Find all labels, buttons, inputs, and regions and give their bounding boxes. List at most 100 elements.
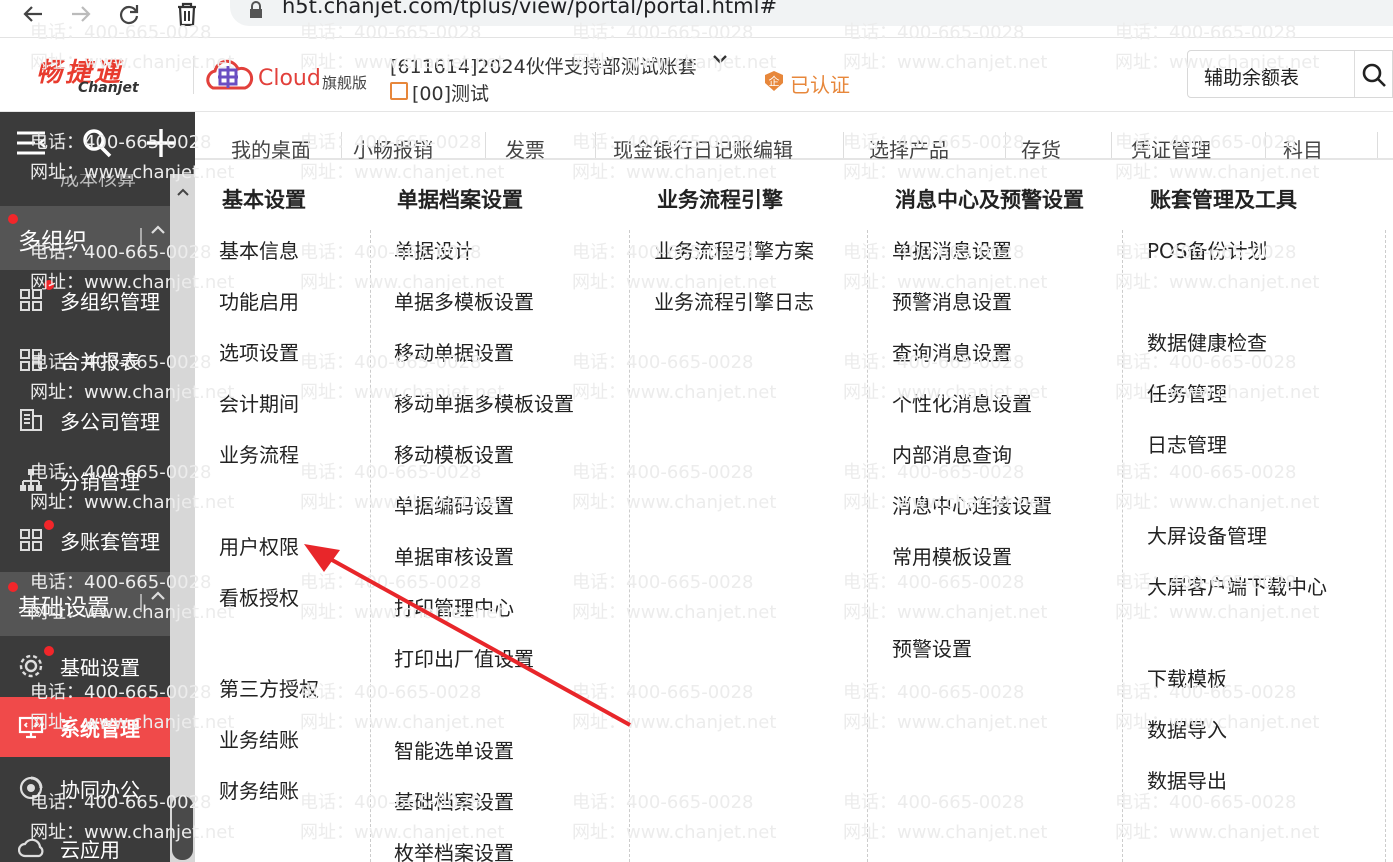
logo-english: Chanjet bbox=[78, 80, 139, 96]
menu-item[interactable]: 业务流程 bbox=[219, 439, 299, 468]
sidebar-toolbar bbox=[0, 112, 195, 174]
menu-item[interactable]: 业务结账 bbox=[219, 724, 299, 753]
menu-item[interactable]: 看板授权 bbox=[219, 582, 299, 611]
sidebar-scrollbar[interactable] bbox=[170, 174, 195, 862]
search-icon[interactable] bbox=[80, 126, 114, 160]
menu-item[interactable]: 数据导出 bbox=[1147, 765, 1227, 794]
menu-item[interactable]: 移动单据多模板设置 bbox=[394, 388, 574, 417]
menu-item[interactable]: 个性化消息设置 bbox=[892, 388, 1032, 417]
menu-item[interactable]: 单据设计 bbox=[394, 235, 474, 264]
search-box[interactable]: 辅助余额表 bbox=[1187, 50, 1393, 98]
menu-item[interactable]: 内部消息查询 bbox=[892, 439, 1012, 468]
menu-item[interactable]: 业务流程引擎方案 bbox=[654, 235, 814, 264]
tab-inventory[interactable]: 存货 bbox=[1021, 134, 1061, 163]
menu-item[interactable]: 单据多模板设置 bbox=[394, 286, 534, 315]
url-text[interactable]: h5t.chanjet.com/tplus/view/portal/portal… bbox=[282, 0, 777, 18]
menu-item[interactable]: 任务管理 bbox=[1147, 378, 1227, 407]
column-title-messages: 消息中心及预警设置 bbox=[895, 188, 1084, 212]
menu-item[interactable]: 预警设置 bbox=[892, 633, 972, 662]
menu-item[interactable]: 数据导入 bbox=[1147, 714, 1227, 743]
sidebar-item-label: 协同办公 bbox=[60, 778, 140, 802]
tab-desktop[interactable]: 我的桌面 bbox=[231, 134, 311, 163]
organization-selector[interactable]: [00]测试 bbox=[412, 79, 489, 106]
menu-item[interactable]: 移动单据设置 bbox=[394, 337, 514, 366]
menu-item[interactable]: 智能选单设置 bbox=[394, 735, 514, 764]
tab-subject[interactable]: 科目 bbox=[1283, 134, 1323, 163]
menu-item[interactable]: 财务结账 bbox=[219, 775, 299, 804]
menu-item[interactable]: 日志管理 bbox=[1147, 429, 1227, 458]
menu-item[interactable]: 业务流程引擎日志 bbox=[654, 286, 814, 315]
tab-bar: 我的桌面 小畅报销 发票 现金银行日记账编辑 选择产品 存货 凭证管理 科目 bbox=[195, 112, 1393, 163]
tab-invoice[interactable]: 发票 bbox=[505, 134, 545, 163]
scrollbar-thumb[interactable] bbox=[172, 796, 193, 860]
menu-item-user-permissions[interactable]: 用户权限 bbox=[219, 531, 299, 560]
search-icon[interactable] bbox=[1360, 61, 1388, 89]
tab-voucher[interactable]: 凭证管理 bbox=[1131, 134, 1211, 163]
tab-separator bbox=[1265, 132, 1266, 158]
menu-item[interactable]: 单据消息设置 bbox=[892, 235, 1012, 264]
column-divider bbox=[1122, 230, 1123, 862]
menu-item[interactable]: POS备份计划 bbox=[1147, 235, 1268, 264]
sidebar-item-multi-company[interactable]: 多公司管理 bbox=[0, 390, 170, 450]
menu-item[interactable]: 常用模板设置 bbox=[892, 541, 1012, 570]
search-input[interactable]: 辅助余额表 bbox=[1204, 63, 1299, 90]
tab-select-product[interactable]: 选择产品 bbox=[869, 134, 949, 163]
menu-item[interactable]: 功能启用 bbox=[219, 286, 299, 315]
menu-item[interactable]: 打印出厂值设置 bbox=[394, 643, 534, 672]
app-header: 畅捷通 Chanjet Cloud 旗舰版 [611614]2024伙伴支持部测… bbox=[0, 38, 1393, 112]
sidebar-item-label: 多账套管理 bbox=[60, 530, 160, 554]
sidebar-item-distribution[interactable]: 分销管理 bbox=[0, 450, 170, 510]
sidebar-item-system-mgmt[interactable]: 系统管理 bbox=[0, 697, 170, 757]
sidebar-item-basic-settings[interactable]: 基础设置 bbox=[0, 636, 170, 696]
menu-item[interactable]: 枚举档案设置 bbox=[394, 837, 514, 862]
chevron-up-icon[interactable] bbox=[150, 588, 166, 609]
column-title-documents: 单据档案设置 bbox=[397, 188, 523, 212]
tab-expense[interactable]: 小畅报销 bbox=[353, 134, 433, 163]
cloud-label: Cloud bbox=[258, 66, 321, 91]
sidebar-group-basic-settings[interactable]: 基础设置 bbox=[0, 572, 170, 636]
sidebar-group-multi-org[interactable]: 多组织 bbox=[0, 206, 170, 270]
menu-item[interactable]: 下载模板 bbox=[1147, 663, 1227, 692]
menu-item[interactable]: 基本信息 bbox=[219, 235, 299, 264]
sidebar-item-merge-report[interactable]: 合并报表 bbox=[0, 330, 170, 390]
menu-item[interactable]: 移动模板设置 bbox=[394, 439, 514, 468]
menu-item[interactable]: 大屏客户端下载中心 bbox=[1147, 571, 1327, 600]
menu-item[interactable]: 单据编码设置 bbox=[394, 490, 514, 519]
menu-item[interactable]: 第三方授权 bbox=[219, 673, 319, 702]
menu-item[interactable]: 单据审核设置 bbox=[394, 541, 514, 570]
menu-item[interactable]: 查询消息设置 bbox=[892, 337, 1012, 366]
sidebar-item-label: 多公司管理 bbox=[60, 410, 160, 434]
menu-item[interactable]: 打印管理中心 bbox=[394, 592, 514, 621]
back-icon[interactable] bbox=[18, 0, 48, 28]
menu-item[interactable]: 消息中心连接设置 bbox=[892, 490, 1052, 519]
sidebar-item-collaboration[interactable]: 协同办公 bbox=[0, 758, 170, 818]
menu-item[interactable]: 选项设置 bbox=[219, 337, 299, 366]
edition-label: 旗舰版 bbox=[322, 74, 368, 92]
chevron-up-icon[interactable] bbox=[150, 222, 166, 243]
plus-icon[interactable] bbox=[144, 126, 178, 160]
sidebar-item-cloud-apps[interactable]: 云应用 bbox=[0, 818, 170, 862]
logo-divider bbox=[193, 56, 194, 94]
trash-icon[interactable] bbox=[172, 0, 202, 28]
sidebar-item-multi-account[interactable]: 多账套管理 bbox=[0, 510, 170, 570]
menu-item[interactable]: 预警消息设置 bbox=[892, 286, 1012, 315]
chevron-down-icon[interactable] bbox=[712, 52, 728, 70]
menu-item[interactable]: 大屏设备管理 bbox=[1147, 520, 1267, 549]
organization-icon bbox=[390, 82, 408, 100]
menu-item[interactable]: 会计期间 bbox=[219, 388, 299, 417]
chevron-up-icon[interactable] bbox=[176, 186, 190, 202]
tab-cash-journal[interactable]: 现金银行日记账编辑 bbox=[613, 134, 793, 163]
sidebar-item-multi-org-mgmt[interactable]: 多组织管理 bbox=[0, 270, 170, 330]
sidebar: 成本核算 多组织 多组织管理 合并报表 多公司管理 分销管理 多账套管理 基础设… bbox=[0, 112, 195, 862]
account-selector[interactable]: [611614]2024伙伴支持部测试账套 bbox=[390, 52, 697, 79]
reload-icon[interactable] bbox=[114, 0, 144, 28]
tab-separator bbox=[1005, 132, 1006, 158]
column-divider bbox=[629, 230, 630, 862]
menu-item[interactable]: 数据健康检查 bbox=[1147, 327, 1267, 356]
browser-toolbar: h5t.chanjet.com/tplus/view/portal/portal… bbox=[0, 0, 1393, 38]
menu-collapse-icon[interactable] bbox=[14, 126, 48, 160]
collaboration-icon bbox=[19, 776, 43, 800]
forward-icon[interactable] bbox=[66, 0, 96, 28]
notification-dot bbox=[8, 214, 18, 224]
menu-item[interactable]: 基础档案设置 bbox=[394, 786, 514, 815]
